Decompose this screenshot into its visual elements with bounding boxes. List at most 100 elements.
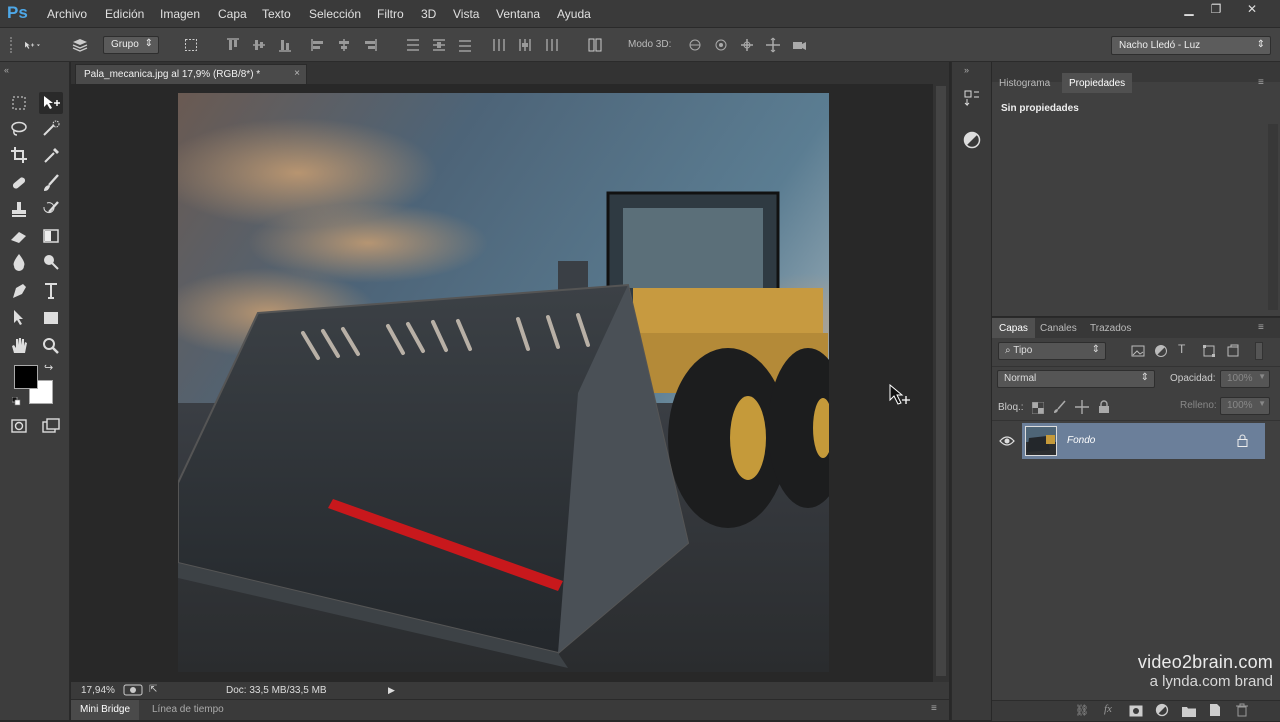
hand-tool-icon[interactable]	[7, 335, 31, 357]
workspace-dropdown[interactable]: Nacho Lledó - Luz ⇕	[1111, 36, 1271, 55]
tab-paths[interactable]: Trazados	[1083, 318, 1138, 338]
close-document-icon[interactable]: ×	[294, 68, 300, 79]
align-vcenter-icon[interactable]	[251, 37, 267, 53]
layer-visibility-cell[interactable]	[992, 423, 1020, 459]
eyedropper-tool-icon[interactable]	[39, 144, 63, 166]
link-layers-icon[interactable]: ⛓	[1075, 704, 1089, 717]
foreground-color-swatch-front[interactable]	[14, 365, 38, 389]
add-mask-icon[interactable]	[1129, 704, 1143, 717]
lock-transparency-icon[interactable]	[1031, 401, 1045, 415]
3d-pan-icon[interactable]	[739, 37, 755, 53]
align-left-icon[interactable]	[310, 37, 326, 53]
layer-style-icon[interactable]: fx	[1104, 703, 1112, 715]
lock-all-icon[interactable]	[1098, 400, 1110, 414]
menu-vista[interactable]: Vista	[453, 7, 479, 21]
menu-3d[interactable]: 3D	[421, 7, 436, 21]
expand-dock-icon[interactable]: »	[964, 65, 969, 75]
screen-mode-icon[interactable]	[39, 415, 63, 437]
filter-pixel-icon[interactable]	[1131, 344, 1145, 358]
marquee-tool-icon[interactable]	[7, 92, 31, 114]
zoom-level[interactable]: 17,94%	[81, 685, 115, 696]
blur-tool-icon[interactable]	[7, 251, 31, 273]
lock-pixels-icon[interactable]	[1053, 400, 1067, 414]
type-tool-icon[interactable]	[39, 280, 63, 302]
new-group-icon[interactable]	[1182, 704, 1196, 717]
minimize-button[interactable]: ▁	[1177, 2, 1201, 18]
adjustments-panel-icon[interactable]	[962, 130, 982, 150]
layer-row-fondo[interactable]: Fondo	[1022, 423, 1265, 459]
align-bottom-icon[interactable]	[277, 37, 293, 53]
transform-controls-icon[interactable]	[183, 37, 199, 53]
history-panel-icon[interactable]	[962, 88, 982, 108]
distribute-left-icon[interactable]	[491, 37, 507, 53]
panel-menu-icon[interactable]: ≡	[1258, 322, 1264, 333]
document-tab[interactable]: Pala_mecanica.jpg al 17,9% (RGB/8*) * ×	[75, 64, 307, 84]
swap-colors-icon[interactable]: ↪	[44, 361, 53, 374]
distribute-top-icon[interactable]	[405, 37, 421, 53]
healing-brush-tool-icon[interactable]	[7, 172, 31, 194]
panel-menu-icon[interactable]: ≡	[931, 703, 937, 714]
tab-properties[interactable]: Propiedades	[1062, 73, 1133, 93]
tab-layers[interactable]: Capas	[992, 318, 1035, 338]
lasso-tool-icon[interactable]	[7, 118, 31, 140]
blend-mode-dropdown[interactable]: Normal ⇕	[997, 370, 1155, 388]
align-right-icon[interactable]	[362, 37, 378, 53]
layer-filter-dropdown[interactable]: ⌕ Tipo ⇕	[998, 342, 1106, 360]
restore-button[interactable]: ❐	[1204, 2, 1228, 18]
panel-menu-icon[interactable]: ≡	[1258, 77, 1264, 88]
new-adjustment-icon[interactable]	[1155, 703, 1169, 717]
tab-channels[interactable]: Canales	[1033, 318, 1084, 338]
menu-filtro[interactable]: Filtro	[377, 7, 404, 21]
grip-handle[interactable]	[10, 37, 14, 53]
filter-smart-object-icon[interactable]	[1226, 344, 1240, 358]
status-menu-arrow-icon[interactable]: ▶	[388, 685, 395, 696]
3d-slide-icon[interactable]	[765, 37, 781, 53]
menu-imagen[interactable]: Imagen	[160, 7, 200, 21]
3d-roll-icon[interactable]	[713, 37, 729, 53]
tab-timeline[interactable]: Línea de tiempo	[143, 700, 233, 720]
crop-tool-icon[interactable]	[7, 144, 31, 166]
align-hcenter-icon[interactable]	[336, 37, 352, 53]
filter-toggle[interactable]	[1255, 342, 1263, 360]
filter-type-icon[interactable]: T	[1178, 342, 1185, 356]
dodge-tool-icon[interactable]	[39, 251, 63, 273]
distribute-vcenter-icon[interactable]	[431, 37, 447, 53]
auto-align-layers-icon[interactable]	[587, 37, 603, 53]
quick-mask-icon[interactable]	[7, 415, 31, 437]
share-icon[interactable]: ⇱	[149, 684, 157, 695]
eraser-tool-icon[interactable]	[7, 225, 31, 247]
filter-shape-icon[interactable]	[1202, 344, 1216, 358]
menu-archivo[interactable]: Archivo	[47, 7, 87, 21]
delete-layer-icon[interactable]	[1236, 703, 1248, 717]
gradient-tool-icon[interactable]	[39, 225, 63, 247]
tab-histogram[interactable]: Histograma	[992, 73, 1057, 93]
eye-icon[interactable]	[999, 434, 1015, 446]
filter-adjustment-icon[interactable]	[1154, 344, 1168, 358]
menu-ventana[interactable]: Ventana	[496, 7, 540, 21]
status-mode-icon[interactable]	[123, 684, 143, 696]
menu-texto[interactable]: Texto	[262, 7, 291, 21]
3d-scale-icon[interactable]	[791, 37, 807, 53]
fill-input[interactable]: 100% ▼	[1220, 397, 1270, 415]
document-image[interactable]	[178, 93, 829, 672]
auto-select-icon[interactable]	[72, 37, 88, 53]
properties-scrollbar[interactable]	[1268, 124, 1278, 310]
auto-select-dropdown[interactable]: Grupo ⇕	[103, 36, 159, 54]
menu-edicion[interactable]: Edición	[105, 7, 144, 21]
pen-tool-icon[interactable]	[7, 280, 31, 302]
close-window-button[interactable]: ✕	[1240, 2, 1264, 18]
3d-rotate-icon[interactable]	[687, 37, 703, 53]
distribute-right-icon[interactable]	[543, 37, 559, 53]
tab-mini-bridge[interactable]: Mini Bridge	[71, 700, 140, 720]
opacity-input[interactable]: 100% ▼	[1220, 370, 1270, 388]
path-selection-tool-icon[interactable]	[7, 307, 31, 329]
brush-tool-icon[interactable]	[39, 172, 63, 194]
scrollbar-thumb[interactable]	[936, 86, 946, 676]
canvas-area[interactable]	[71, 84, 933, 682]
menu-ayuda[interactable]: Ayuda	[557, 7, 591, 21]
new-layer-icon[interactable]	[1209, 703, 1221, 717]
distribute-hcenter-icon[interactable]	[517, 37, 533, 53]
default-colors-icon[interactable]	[11, 393, 21, 406]
zoom-tool-icon[interactable]	[39, 335, 63, 357]
move-tool-icon[interactable]	[39, 92, 63, 114]
